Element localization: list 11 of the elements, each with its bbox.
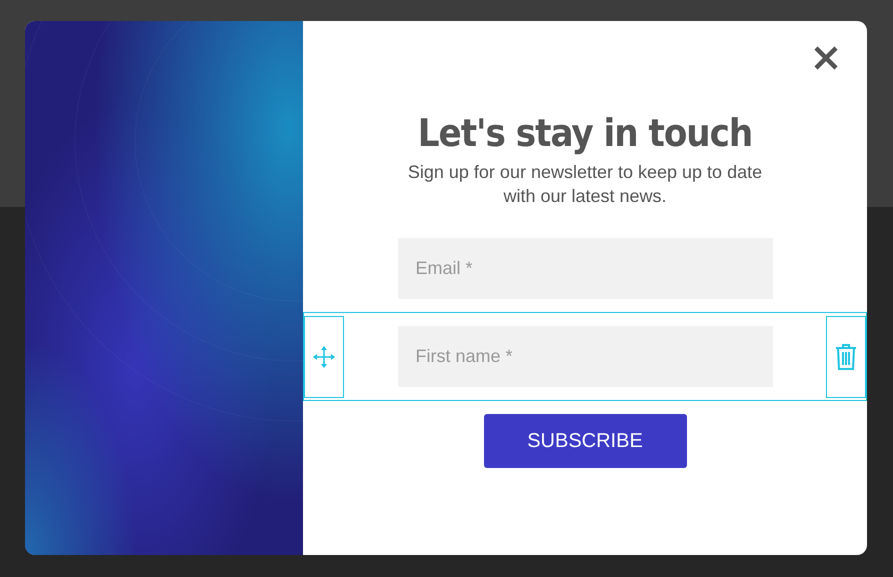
input-field[interactable]: First name * xyxy=(398,326,772,387)
popup-title: Let's stay in touch xyxy=(418,110,752,157)
popup-subtitle: Sign up for our newsletter to keep up to date with our latest news. xyxy=(406,161,764,208)
move-icon xyxy=(312,344,336,368)
close-icon xyxy=(813,45,839,71)
move-handle[interactable] xyxy=(304,316,344,398)
trash-icon xyxy=(834,342,858,370)
delete-button[interactable] xyxy=(826,316,866,398)
input-field[interactable]: Email * xyxy=(398,238,772,299)
close-button[interactable] xyxy=(813,45,839,71)
subscribe-button[interactable]: SUBSCRIBE xyxy=(484,414,686,468)
